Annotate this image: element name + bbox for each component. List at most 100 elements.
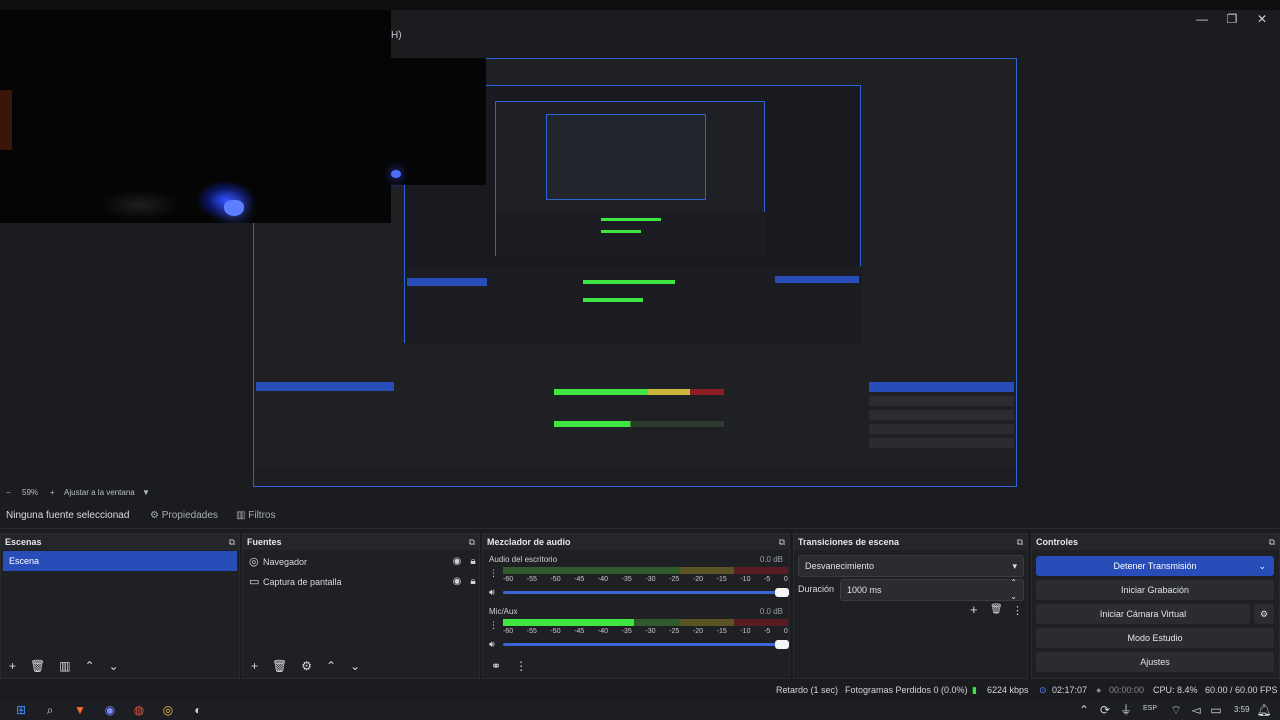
undock-icon[interactable]: ⧉ xyxy=(229,534,235,550)
mic-icon[interactable]: ⏚ xyxy=(1118,702,1134,718)
language-indicator[interactable]: ESP xyxy=(1143,705,1157,712)
scenes-dock: Escenas ⧉ Escena + 🗑 ▥ ⌃ ⌄ xyxy=(0,533,240,679)
settings-button[interactable]: Ajustes xyxy=(1036,652,1274,672)
more-icon[interactable]: ⋮ xyxy=(515,659,527,673)
webcam-overlay-extension xyxy=(391,58,486,184)
eye-icon[interactable]: ◉ xyxy=(449,572,465,592)
obs-icon[interactable]: ◐ xyxy=(190,702,206,718)
minimize-button[interactable]: — xyxy=(1187,10,1217,28)
add-icon[interactable]: + xyxy=(9,659,16,673)
source-item-captura[interactable]: ▭ Captura de pantalla ◉ 🔒︎ xyxy=(249,572,481,592)
zoom-dropdown-icon[interactable]: ▼ xyxy=(142,488,150,497)
virtual-cam-settings-button[interactable]: ⚙ xyxy=(1254,604,1274,624)
clock: 3:59 xyxy=(1234,705,1250,714)
lock-icon[interactable]: 🔒︎ xyxy=(465,552,481,572)
nested-docks-2 xyxy=(496,212,766,256)
gear-icon: ⚙ xyxy=(1259,609,1269,619)
chevron-down-icon[interactable]: ⌄ xyxy=(1258,556,1266,576)
properties-label: Propiedades xyxy=(161,510,218,521)
context-bar: Ninguna fuente seleccionad ⚙ Propiedades… xyxy=(0,504,1280,529)
meter-fill xyxy=(503,619,635,626)
nested-taskbar xyxy=(254,467,1016,486)
fit-to-window-button[interactable]: Ajustar a la ventana xyxy=(64,488,135,497)
chevron-up-icon[interactable]: ⌃ xyxy=(1076,702,1092,718)
chevron-up-icon[interactable]: ⌃ xyxy=(326,659,336,673)
controls-header: Controles ⧉ xyxy=(1032,534,1279,550)
nested-preview-2 xyxy=(495,101,766,256)
undock-icon[interactable]: ⧉ xyxy=(469,534,475,550)
scale-tick: -30 xyxy=(645,628,656,635)
sources-dock: Fuentes ⧉ ◎ Navegador ◉ 🔒︎ ▭ Captura de … xyxy=(242,533,480,679)
undock-icon[interactable]: ⧉ xyxy=(779,534,785,550)
scale-tick: 0 xyxy=(783,628,788,635)
sync-icon[interactable]: ⟳ xyxy=(1097,702,1113,718)
zoom-in-button[interactable]: + xyxy=(50,488,55,497)
trash-icon[interactable]: 🗑 xyxy=(30,659,45,673)
add-icon[interactable]: + xyxy=(251,659,258,673)
more-icon[interactable]: ⋮ xyxy=(1012,604,1023,617)
gear-icon[interactable]: ⚙ xyxy=(301,659,312,673)
lock-icon[interactable]: 🔒︎ xyxy=(465,572,481,592)
battery-icon[interactable]: ▭ xyxy=(1208,702,1224,718)
stepper-icon[interactable]: ⌃ ⌄ xyxy=(1010,576,1017,604)
properties-button[interactable]: ⚙ Propiedades xyxy=(150,504,218,528)
more-icon[interactable]: ⋮ xyxy=(489,620,498,631)
sources-title: Fuentes xyxy=(247,537,282,547)
add-icon[interactable]: + xyxy=(970,602,978,617)
filters-label: Filtros xyxy=(248,510,276,521)
undock-icon[interactable]: ⧉ xyxy=(1269,534,1275,550)
trash-icon[interactable]: 🗑 xyxy=(272,659,287,673)
studio-mode-button[interactable]: Modo Estudio xyxy=(1036,628,1274,648)
speaker-icon[interactable]: 🔊︎ xyxy=(489,587,495,598)
brave-icon[interactable]: ▼ xyxy=(72,702,88,718)
volume-slider[interactable] xyxy=(503,640,789,649)
filter-icon[interactable]: ▥ xyxy=(59,659,70,673)
signal-icon: ▮ xyxy=(972,685,977,695)
globe-icon: ◎ xyxy=(249,556,259,568)
search-icon[interactable]: ⌕ xyxy=(42,702,58,718)
record-icon: ● xyxy=(1096,685,1102,695)
cpu-status: CPU: 8.4% xyxy=(1153,685,1198,695)
scale-tick: -15 xyxy=(716,576,727,583)
start-record-button[interactable]: Iniciar Grabación xyxy=(1036,580,1274,600)
scale-tick: -35 xyxy=(621,628,632,635)
browser-icon[interactable]: ◍ xyxy=(131,702,147,718)
duration-input[interactable]: 1000 ms ⌃ ⌄ xyxy=(840,576,1024,604)
channel-name: Mic/Aux xyxy=(489,607,518,616)
chevron-down-icon[interactable]: ⌄ xyxy=(109,659,119,673)
scale-tick: -25 xyxy=(669,628,680,635)
trash-icon[interactable]: 🗑 xyxy=(990,604,1003,615)
start-virtual-cam-button[interactable]: Iniciar Cámara Virtual xyxy=(1036,604,1250,624)
no-source-label: Ninguna fuente seleccionad xyxy=(6,510,130,521)
meter-scale: -60 -55 -50 -45 -40 -35 -30 -25 -20 -15 -10 -5 0 xyxy=(503,576,788,583)
volume-icon[interactable]: ◅ xyxy=(1188,702,1204,718)
filter-icon: ▥ xyxy=(236,510,249,521)
source-item-navegador[interactable]: ◎ Navegador ◉ 🔒︎ xyxy=(249,552,481,572)
more-icon[interactable]: ⋮ xyxy=(489,568,498,579)
wifi-icon[interactable]: ⌔ xyxy=(1168,702,1184,718)
zoom-out-button[interactable]: − xyxy=(6,488,11,497)
zoom-bar: − 59% + Ajustar a la ventana ▼ xyxy=(0,487,1280,501)
windows-start-icon[interactable]: ⊞ xyxy=(13,702,29,718)
volume-slider[interactable] xyxy=(503,588,789,597)
transitions-header: Transiciones de escena ⧉ xyxy=(794,534,1027,550)
speaker-icon[interactable]: 🔊︎ xyxy=(489,639,495,650)
maximize-button[interactable]: ❐ xyxy=(1217,10,1247,28)
transition-select[interactable]: Desvanecimiento ▾ xyxy=(798,555,1024,577)
scale-tick: -55 xyxy=(526,576,537,583)
discord-icon[interactable]: ◉ xyxy=(102,702,118,718)
chevron-up-icon[interactable]: ⌃ xyxy=(85,659,95,673)
undock-icon[interactable]: ⧉ xyxy=(1017,534,1023,550)
close-button[interactable]: ✕ xyxy=(1247,10,1277,28)
chevron-down-icon[interactable]: ⌄ xyxy=(350,659,360,673)
stop-stream-button[interactable]: Detener Transmisión ⌄ xyxy=(1036,556,1274,576)
scenes-toolbar: + 🗑 ▥ ⌃ ⌄ xyxy=(1,654,239,678)
eye-icon[interactable]: ◉ xyxy=(449,552,465,572)
stop-stream-label: Detener Transmisión xyxy=(1113,561,1197,571)
filters-button[interactable]: ▥ Filtros xyxy=(236,504,275,528)
scene-item[interactable]: Escena xyxy=(3,551,237,571)
notification-icon[interactable]: 🔔︎ xyxy=(1256,702,1272,718)
chrome-icon[interactable]: ◎ xyxy=(160,702,176,718)
link-icon[interactable]: ⚭ xyxy=(491,659,501,673)
status-bar: Retardo (1 sec) Fotogramas Perdidos 0 (0… xyxy=(0,681,1280,699)
